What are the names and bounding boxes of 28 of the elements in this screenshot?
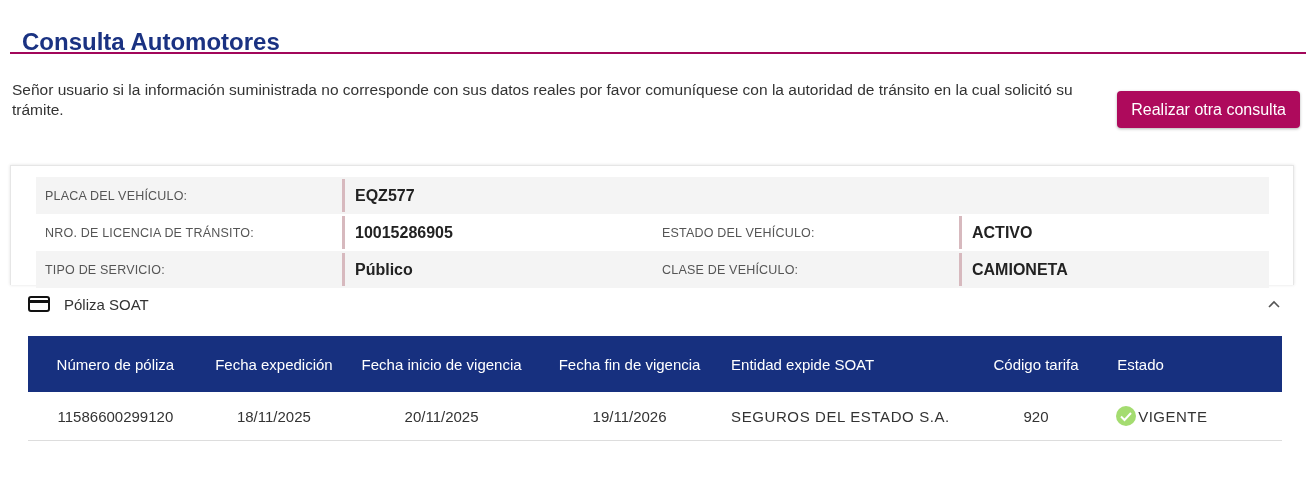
table-cell: SEGUROS DEL ESTADO S.A. [721,392,965,441]
field-label: TIPO DE SERVICIO: [44,261,166,279]
table-cell: 920 [964,392,1108,441]
table-cell: VIGENTE [1138,407,1208,425]
column-header: Fecha inicio de vigencia [345,336,539,392]
column-header: Fecha expedición [202,336,346,392]
field-value: Público [342,253,653,286]
field-label: ESTADO DEL VEHÍCULO: [661,224,816,242]
column-header: Número de póliza [28,336,203,392]
field-label: PLACA DEL VEHÍCULO: [44,187,189,205]
table-cell: 11586600299120 [28,392,203,441]
table-cell: 20/11/2025 [345,392,539,441]
field-label: CLASE DE VEHÍCULO: [661,261,800,279]
page-title: Consulta Automotores [21,27,281,52]
field-value: EQZ577 [342,179,653,212]
new-query-button[interactable]: Realizar otra consulta [1117,91,1300,128]
table-cell: 18/11/2025 [202,392,346,441]
column-header: Fecha fin de vigencia [538,336,722,392]
credit-card-icon [28,296,50,312]
section-title: Póliza SOAT [64,295,149,313]
column-header: Entidad expide SOAT [721,336,965,392]
column-header: Estado [1107,336,1282,392]
table-cell: 19/11/2026 [538,392,722,441]
notice-text: Señor usuario si la información suministrada no corresponde con sus datos reales por favor comuníquese con la autoridad de tránsito en la cual solicitó su trámite. [12,80,1074,120]
field-value: CAMIONETA [959,253,1269,286]
field-label: NRO. DE LICENCIA DE TRÁNSITO: [44,224,255,242]
chevron-up-icon[interactable] [1268,300,1280,308]
column-header: Código tarifa [964,336,1108,392]
